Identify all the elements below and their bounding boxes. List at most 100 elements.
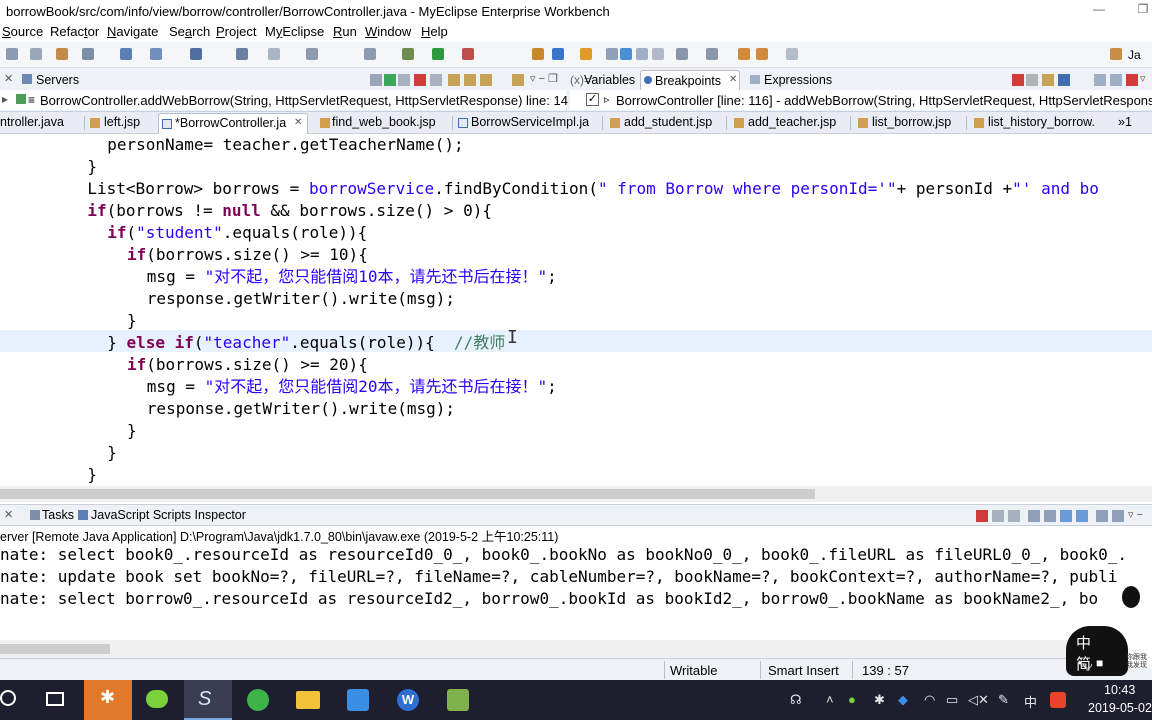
block-select-icon[interactable] [636, 48, 648, 60]
debug-server-icon[interactable] [370, 74, 382, 86]
taskbar-app-myeclipse[interactable]: S [184, 680, 232, 720]
server-icon[interactable] [120, 48, 132, 60]
menu-window[interactable]: Window [365, 24, 411, 39]
new-icon[interactable] [6, 48, 18, 60]
goto-file-icon[interactable] [1058, 74, 1070, 86]
star-tray-icon[interactable]: ✱ [874, 692, 885, 708]
step-into-icon[interactable] [448, 74, 460, 86]
chevron-up-icon[interactable]: ˄ [826, 692, 834, 707]
tab-javascript-inspector[interactable]: JavaScript Scripts Inspector [91, 508, 246, 522]
remove-all-breakpoints-icon[interactable] [1026, 74, 1038, 86]
tab-breakpoints-frame[interactable]: Breakpoints ✕ [640, 70, 740, 90]
step-over-icon[interactable] [464, 74, 476, 86]
last-edit-icon[interactable] [756, 48, 768, 60]
taskbar-app-photos[interactable] [334, 680, 382, 720]
breakpoint-label[interactable]: BorrowController [line: 116] - addWebBor… [616, 93, 1152, 108]
clear-console-icon[interactable] [1028, 510, 1040, 522]
tab-breakpoints[interactable]: Breakpoints [655, 74, 721, 88]
menu-run[interactable]: Run [333, 24, 357, 39]
prev-annotation-icon[interactable] [706, 48, 718, 60]
taskbar-app-star[interactable]: ✱ [84, 680, 132, 720]
open-type-icon[interactable] [82, 48, 94, 60]
menu-help[interactable]: Help [421, 24, 448, 39]
ime-language[interactable]: 中 [1024, 692, 1037, 711]
volume-muted-icon[interactable]: ◁✕ [968, 692, 989, 708]
resume-icon[interactable] [268, 48, 280, 60]
menu-navigate[interactable]: Navigate [107, 24, 158, 39]
taskbar-app-editor[interactable] [434, 680, 482, 720]
minimize-view-icon[interactable]: ▿ − ❐ [530, 72, 558, 85]
taskbar-app-wechat[interactable] [134, 680, 182, 720]
remove-launch-icon[interactable] [992, 510, 1004, 522]
debug-icon[interactable] [402, 48, 414, 60]
external-tools-icon[interactable] [462, 48, 474, 60]
task-view-icon[interactable] [46, 692, 64, 706]
collapse-all-icon[interactable] [1110, 74, 1122, 86]
publish-icon[interactable] [430, 74, 442, 86]
remove-breakpoint-icon[interactable] [1012, 74, 1024, 86]
clock-date[interactable]: 2019-05-02 [1088, 701, 1152, 715]
tab-variables[interactable]: Variables [584, 73, 635, 87]
view-menu-icon[interactable]: ▿ [1140, 72, 1146, 85]
sogou-ime-icon[interactable] [1050, 692, 1066, 708]
new-class-icon[interactable] [532, 48, 544, 60]
tab-list-borrow-jsp[interactable]: list_borrow.jsp [872, 115, 951, 129]
wechat-tray-icon[interactable]: ● [848, 692, 856, 707]
remove-all-launches-icon[interactable] [1008, 510, 1020, 522]
console-output[interactable]: nate: select book0_.resourceId as resour… [0, 544, 1152, 640]
deploy-icon[interactable] [150, 48, 162, 60]
view-menu-icon[interactable]: ▿ − [1128, 508, 1143, 521]
stop-server-icon[interactable] [414, 74, 426, 86]
chevron-right-icon[interactable]: ▸ [2, 92, 8, 106]
wifi-icon[interactable]: ◠ [924, 692, 935, 708]
close-icon[interactable]: ✕ [729, 74, 737, 85]
pin-console-icon[interactable] [1096, 510, 1108, 522]
scrollbar-thumb[interactable] [0, 644, 110, 654]
close-icon[interactable]: ✕ [294, 117, 302, 128]
close-icon[interactable]: ✕ [4, 508, 13, 521]
forward-icon[interactable] [786, 48, 798, 60]
show-on-error-icon[interactable] [1076, 510, 1088, 522]
drop-frame-icon[interactable] [512, 74, 524, 86]
taskbar-app-browser[interactable] [234, 680, 282, 720]
tab-borrowcontroller-label[interactable]: *BorrowController.ja [175, 116, 286, 130]
more-tabs-button[interactable]: »1 [1118, 115, 1132, 129]
java-perspective-label[interactable]: Ja [1128, 48, 1141, 62]
tab-left-jsp[interactable]: left.jsp [104, 115, 140, 129]
exception-breakpoint-icon[interactable] [1126, 74, 1138, 86]
tab-add-student-jsp[interactable]: add_student.jsp [624, 115, 712, 129]
tab-expressions[interactable]: Expressions [764, 73, 832, 87]
taskbar-app-writer[interactable]: W [384, 680, 432, 720]
mark-occurrences-icon[interactable] [620, 48, 632, 60]
next-annotation-icon[interactable] [676, 48, 688, 60]
menu-source[interactable]: Source [2, 24, 43, 39]
menu-refactor[interactable]: Refactor [50, 24, 99, 39]
tab-list-history-borrow[interactable]: list_history_borrow. [988, 115, 1095, 129]
back-icon[interactable] [738, 48, 750, 60]
search-icon[interactable] [306, 48, 318, 60]
print-icon[interactable] [56, 48, 68, 60]
tab-borrowcontroller-active[interactable]: *BorrowController.ja ✕ [158, 113, 308, 134]
servers-view-tab[interactable]: ✕ Servers ▿ − ❐ [0, 70, 560, 90]
cloud-tray-icon[interactable]: ◆ [898, 692, 908, 708]
editor-horizontal-scrollbar[interactable] [0, 486, 1152, 502]
start-server-icon[interactable] [384, 74, 396, 86]
whitespace-icon[interactable] [652, 48, 664, 60]
breakpoint-checkbox[interactable]: ✓ [586, 93, 599, 106]
console-icon[interactable] [364, 48, 376, 60]
show-on-output-icon[interactable] [1060, 510, 1072, 522]
stack-frame-label[interactable]: BorrowController.addWebBorrow(String, Ht… [40, 93, 568, 108]
open-task-icon[interactable] [580, 48, 592, 60]
code-editor[interactable]: personName= teacher.getTeacherName();} Li… [0, 134, 1152, 486]
close-icon[interactable]: ✕ [4, 72, 13, 85]
tab-borrowserviceimpl[interactable]: BorrowServiceImpl.ja [471, 115, 589, 129]
scroll-lock-icon[interactable] [1044, 510, 1056, 522]
tab-find-web-book-jsp[interactable]: find_web_book.jsp [332, 115, 436, 129]
new-package-icon[interactable] [552, 48, 564, 60]
annotation-icon[interactable] [606, 48, 618, 60]
minimize-button[interactable]: — [1090, 2, 1108, 18]
cortana-icon[interactable] [0, 690, 16, 706]
profile-server-icon[interactable] [398, 74, 410, 86]
step-return-icon[interactable] [480, 74, 492, 86]
stack-frame-row[interactable]: ▸ ≡ BorrowController.addWebBorrow(String… [0, 90, 568, 110]
